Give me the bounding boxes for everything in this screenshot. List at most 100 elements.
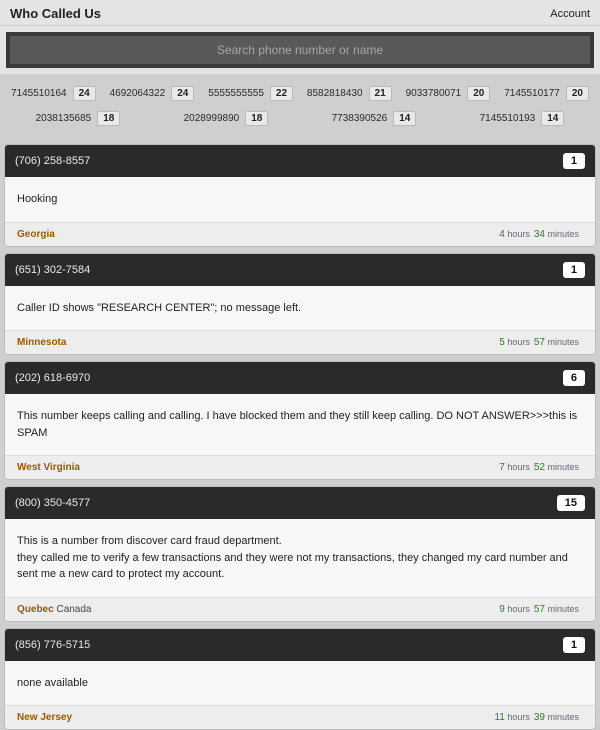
top-number-count: 14 [541, 111, 564, 126]
report-country: Canada [54, 604, 92, 615]
report-region: Georgia [17, 229, 55, 240]
reports-list: (706) 258-8557 1 Hooking Georgia 4 hours 34 m… [0, 144, 600, 730]
time-number: 52 [534, 462, 545, 473]
report-body: This number keeps calling and calling. I… [5, 394, 595, 455]
time-unit: hours [505, 712, 530, 722]
top-number-count: 24 [73, 86, 96, 101]
top-number-count: 14 [393, 111, 416, 126]
search-box [6, 32, 594, 68]
top-number-count: 18 [245, 111, 268, 126]
report-location: Georgia [17, 229, 55, 240]
top-number-link[interactable]: 7145510177 20 [498, 84, 595, 103]
report-location: Minnesota [17, 337, 66, 348]
search-input[interactable] [10, 36, 590, 64]
time-number: 9 [499, 604, 505, 615]
time-number: 34 [534, 229, 545, 240]
report-time: 4 hours 34 minutes [499, 229, 583, 240]
report-phone: (706) 258-8557 [15, 155, 90, 167]
top-number-value: 7145510177 [504, 88, 560, 99]
time-unit: hours [505, 337, 530, 347]
report-body: Hooking [5, 177, 595, 222]
report-time: 7 hours 52 minutes [499, 462, 583, 473]
report-phone: (202) 618-6970 [15, 372, 90, 384]
top-number-link[interactable]: 7738390526 14 [326, 109, 423, 128]
report-region: Minnesota [17, 337, 66, 348]
time-unit: hours [505, 229, 530, 239]
report-location: West Virginia [17, 462, 80, 473]
top-number-value: 7738390526 [332, 113, 388, 124]
account-link[interactable]: Account [550, 8, 590, 20]
report-phone: (856) 776-5715 [15, 639, 90, 651]
top-number-value: 7145510164 [11, 88, 67, 99]
top-number-count: 24 [171, 86, 194, 101]
report-card: (651) 302-7584 1 Caller ID shows "RESEARCH… [4, 253, 596, 356]
time-number: 57 [534, 604, 545, 615]
top-number-value: 5555555555 [208, 88, 264, 99]
time-unit: minutes [545, 462, 579, 472]
report-card: (800) 350-457715This is a number from di… [4, 486, 596, 622]
time-unit: hours [505, 462, 530, 472]
top-number-value: 9033780071 [406, 88, 462, 99]
report-count-badge: 15 [557, 495, 585, 511]
time-unit: minutes [545, 229, 579, 239]
report-count-badge: 1 [563, 153, 585, 169]
report-header[interactable]: (651) 302-7584 1 [5, 254, 595, 286]
report-location: Quebec Canada [17, 604, 92, 615]
report-footer: Quebec Canada 9 hours 57 minutes [5, 597, 595, 621]
report-body: Caller ID shows "RESEARCH CENTER"; no me… [5, 286, 595, 331]
top-number-count: 20 [467, 86, 490, 101]
report-region: New Jersey [17, 712, 72, 723]
time-number: 4 [499, 229, 505, 240]
report-body: none available [5, 661, 595, 706]
topbar: Who Called Us Account [0, 0, 600, 26]
report-footer: West Virginia 7 hours 52 minutes [5, 455, 595, 479]
top-number-link[interactable]: 2028999890 18 [178, 109, 275, 128]
top-number-value: 8582818430 [307, 88, 363, 99]
time-number: 7 [499, 462, 505, 473]
top-number-link[interactable]: 9033780071 20 [400, 84, 497, 103]
top-number-value: 2028999890 [184, 113, 240, 124]
report-count-badge: 1 [563, 262, 585, 278]
report-region: Quebec [17, 604, 54, 615]
top-number-count: 21 [369, 86, 392, 101]
time-unit: minutes [545, 604, 579, 614]
top-number-link[interactable]: 8582818430 21 [301, 84, 398, 103]
page-title: Who Called Us [10, 6, 101, 21]
report-header[interactable]: (706) 258-8557 1 [5, 145, 595, 177]
report-header[interactable]: (800) 350-4577 15 [5, 487, 595, 519]
top-number-link[interactable]: 5555555555 22 [202, 84, 299, 103]
report-card: (856) 776-5715 1 none available New Jersey 1… [4, 628, 596, 730]
top-number-link[interactable]: 203813568518 [30, 109, 127, 128]
top-number-link[interactable]: 7145510193 14 [474, 109, 571, 128]
report-region: West Virginia [17, 462, 80, 473]
report-phone: (651) 302-7584 [15, 264, 90, 276]
report-header[interactable]: (856) 776-5715 1 [5, 629, 595, 661]
top-numbers: 7145510164 24 4692064322 24 5555555555 22 8582… [0, 74, 600, 138]
search-area [0, 26, 600, 74]
report-time: 11 hours 39 minutes [494, 712, 583, 723]
time-number: 11 [494, 712, 504, 723]
report-count-badge: 6 [563, 370, 585, 386]
time-unit: minutes [545, 337, 579, 347]
report-count-badge: 1 [563, 637, 585, 653]
top-number-value: 7145510193 [480, 113, 536, 124]
top-number-link[interactable]: 7145510164 24 [5, 84, 102, 103]
time-number: 57 [534, 337, 545, 348]
time-unit: hours [505, 604, 530, 614]
report-footer: Georgia 4 hours 34 minutes [5, 222, 595, 246]
report-time: 5 hours 57 minutes [499, 337, 583, 348]
top-number-value: 4692064322 [110, 88, 166, 99]
report-footer: Minnesota 5 hours 57 minutes [5, 330, 595, 354]
report-time: 9 hours 57 minutes [499, 604, 583, 615]
report-location: New Jersey [17, 712, 72, 723]
time-number: 5 [499, 337, 505, 348]
top-number-count: 20 [566, 86, 589, 101]
top-number-link[interactable]: 4692064322 24 [104, 84, 201, 103]
time-number: 39 [534, 712, 545, 723]
top-number-count: 22 [270, 86, 293, 101]
report-footer: New Jersey 11 hours 39 minutes [5, 705, 595, 729]
report-phone: (800) 350-4577 [15, 497, 90, 509]
top-number-value: 2038135685 [36, 113, 92, 124]
report-header[interactable]: (202) 618-6970 6 [5, 362, 595, 394]
time-unit: minutes [545, 712, 579, 722]
